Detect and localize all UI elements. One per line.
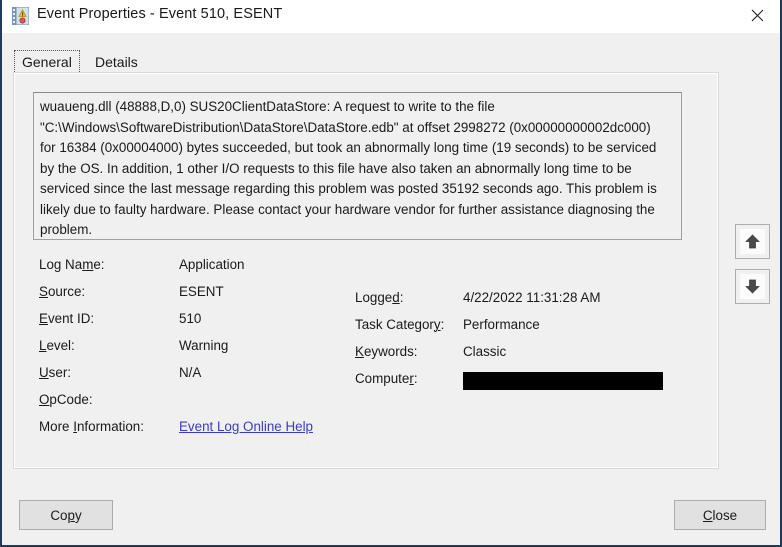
copy-button-label: Copy bbox=[50, 507, 82, 523]
event-description-box[interactable]: wuaueng.dll (48888,D,0) SUS20ClientDataS… bbox=[33, 92, 682, 240]
tab-general[interactable]: General bbox=[14, 50, 80, 74]
field-task-category-label: Task Category: bbox=[355, 317, 445, 332]
event-log-warning-icon bbox=[12, 6, 30, 26]
field-level-value: Warning bbox=[179, 338, 229, 353]
field-opcode-label: OpCode: bbox=[39, 392, 93, 407]
title-bar: Event Properties - Event 510, ESENT bbox=[2, 0, 780, 33]
field-log-name-label: Log Name: bbox=[39, 257, 105, 272]
field-level-label: Level: bbox=[39, 338, 75, 353]
field-more-information-label: More Information: bbox=[39, 419, 144, 434]
field-logged-label: Logged: bbox=[355, 290, 404, 305]
field-user-label: User: bbox=[39, 365, 71, 380]
field-user-value: N/A bbox=[179, 365, 202, 380]
next-event-button[interactable] bbox=[735, 269, 770, 304]
event-log-online-help-link[interactable]: Event Log Online Help bbox=[179, 419, 313, 434]
field-keywords-label: Keywords: bbox=[355, 344, 418, 359]
arrow-up-icon bbox=[745, 234, 760, 249]
tab-general-label: General bbox=[22, 54, 72, 70]
field-log-name-value: Application bbox=[179, 257, 245, 272]
previous-event-button-face bbox=[740, 229, 765, 254]
previous-event-button[interactable] bbox=[735, 224, 770, 259]
field-keywords-value: Classic bbox=[463, 344, 507, 359]
close-button-label: Close bbox=[702, 507, 738, 523]
next-event-button-face bbox=[740, 274, 765, 299]
event-properties-dialog: Event Properties - Event 510, ESENT Gene… bbox=[0, 0, 782, 547]
arrow-down-icon bbox=[745, 279, 760, 294]
copy-button[interactable]: Copy bbox=[19, 500, 113, 530]
field-event-id-value: 510 bbox=[179, 311, 202, 326]
field-task-category-value: Performance bbox=[463, 317, 540, 332]
field-source-label: Source: bbox=[39, 284, 86, 299]
event-description-text: wuaueng.dll (48888,D,0) SUS20ClientDataS… bbox=[40, 99, 661, 237]
field-logged-value: 4/22/2022 11:31:28 AM bbox=[463, 290, 601, 305]
tab-details[interactable]: Details bbox=[86, 50, 147, 74]
field-source-value: ESENT bbox=[179, 284, 224, 299]
field-computer-redacted-value bbox=[463, 372, 663, 390]
field-event-id-label: Event ID: bbox=[39, 311, 95, 326]
field-computer-label: Computer: bbox=[355, 371, 418, 386]
close-icon bbox=[751, 9, 763, 22]
window-title: Event Properties - Event 510, ESENT bbox=[37, 6, 283, 22]
close-window-button[interactable] bbox=[734, 0, 780, 31]
general-tab-panel: wuaueng.dll (48888,D,0) SUS20ClientDataS… bbox=[14, 73, 718, 468]
tab-details-label: Details bbox=[95, 54, 138, 70]
tab-strip: General Details bbox=[14, 50, 720, 74]
close-button[interactable]: Close bbox=[674, 500, 766, 530]
